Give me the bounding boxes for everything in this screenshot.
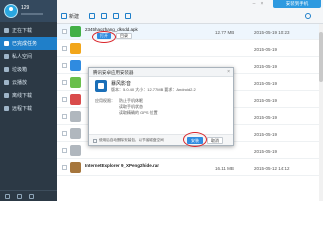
- file-icon: [70, 128, 81, 139]
- level-bar: [21, 13, 43, 15]
- file-icon: [70, 145, 81, 156]
- file-date: 2015-05-19: [254, 81, 278, 86]
- pause-button[interactable]: [101, 12, 109, 21]
- cancel-button[interactable]: 取消: [207, 137, 223, 144]
- row-checkbox[interactable]: [62, 29, 67, 34]
- start-button[interactable]: [89, 12, 97, 21]
- file-date: 2015-05-19: [254, 47, 278, 52]
- file-size: 16.11 MB: [215, 166, 234, 171]
- folder-icon: [125, 13, 131, 19]
- dialog-title: 腾讯安卓应用安装器: [93, 70, 134, 75]
- play-icon: [89, 13, 95, 19]
- minimize-icon[interactable]: –: [251, 1, 257, 7]
- chat-icon[interactable]: [17, 194, 22, 199]
- settings-icon[interactable]: [5, 194, 10, 199]
- toolbar: 新建 安装到手机 – ×: [57, 0, 323, 24]
- android-icon: [70, 26, 81, 37]
- app-meta: 版本：5.0.40 大小：12.77MB 要求：Android2.2: [111, 87, 196, 92]
- open-folder-button[interactable]: [125, 12, 133, 21]
- menu-icon[interactable]: [29, 194, 34, 199]
- row-checkbox[interactable]: [62, 46, 67, 51]
- file-date: 2015-05-19: [254, 115, 278, 120]
- archive-icon: [70, 162, 81, 173]
- delete-button[interactable]: [113, 12, 121, 21]
- app-icon: [70, 60, 81, 71]
- scroll-thumb[interactable]: [319, 32, 323, 82]
- install-to-phone-button[interactable]: 安装到手机: [273, 0, 321, 8]
- sidebar-item-downloading[interactable]: 正在下载: [0, 24, 57, 37]
- app-icon: [70, 77, 81, 88]
- table-row[interactable]: InternetExplorer 9_XPeng2hide.rar 16.11 …: [57, 160, 323, 176]
- app-icon: [95, 80, 107, 92]
- sidebar-item-label: 远程下载: [12, 106, 33, 112]
- offline-icon: [4, 93, 9, 98]
- file-size: 12.77 MB: [215, 30, 235, 35]
- file-date: 2015-05-12 14:12: [254, 166, 290, 171]
- scrollbar[interactable]: [319, 24, 323, 201]
- file-name: 2345haozhang_dksdd.apk: [85, 27, 138, 32]
- sidebar-item-private[interactable]: 私人空间: [0, 50, 57, 63]
- file-date: 2015-05-19: [254, 132, 278, 137]
- search-button[interactable]: [305, 12, 313, 21]
- sidebar-item-label: 垃圾箱: [12, 67, 28, 73]
- install-dialog: 腾讯安卓应用安装器 × 暴风影音 版本：5.0.40 大小：12.77MB 要求…: [88, 67, 234, 146]
- file-name: InternetExplorer 9_XPeng2hide.rar: [85, 163, 160, 168]
- open-button[interactable]: 打开: [97, 33, 111, 39]
- trash-icon: [4, 67, 9, 72]
- row-checkbox[interactable]: [62, 80, 67, 85]
- check-icon: [4, 41, 9, 46]
- permission-item: 读取精确的 GPS 位置: [119, 110, 158, 115]
- cloud-icon: [4, 80, 9, 85]
- table-row[interactable]: 2345haozhang_dksdd.apk 打开 目录 12.77 MB 20…: [57, 24, 323, 40]
- sidebar-item-label: 云播放: [12, 80, 28, 86]
- remote-icon: [4, 106, 9, 111]
- file-date: 2015-05-19: [254, 98, 278, 103]
- sidebar-item-completed[interactable]: 已完成任务: [0, 37, 57, 50]
- dialog-titlebar: 腾讯安卓应用安装器 ×: [89, 68, 233, 77]
- sidebar: 129 正在下载 已完成任务 私人空间 垃圾箱 云播放 离线下载 远程下载: [0, 0, 57, 201]
- avatar[interactable]: [4, 4, 18, 18]
- download-icon: [4, 28, 9, 33]
- row-checkbox[interactable]: [62, 114, 67, 119]
- sidebar-item-label: 正在下载: [12, 28, 33, 34]
- lock-icon: [4, 54, 9, 59]
- app-name: 暴风影音: [111, 81, 132, 87]
- open-directory-button[interactable]: 目录: [116, 33, 132, 39]
- file-date: 2015-05-19: [254, 149, 278, 154]
- dialog-footer: 使用后自动删除安装包，以节省磁盘空间 安装 取消: [89, 134, 233, 145]
- row-checkbox[interactable]: [62, 63, 67, 68]
- sidebar-item-offline[interactable]: 离线下载: [0, 89, 57, 102]
- sidebar-item-label: 离线下载: [12, 93, 33, 99]
- sidebar-item-label: 私人空间: [12, 54, 33, 60]
- row-checkbox[interactable]: [62, 148, 67, 153]
- auto-delete-label: 使用后自动删除安装包，以节省磁盘空间: [99, 138, 164, 142]
- close-icon[interactable]: ×: [227, 69, 230, 75]
- app-icon: [70, 94, 81, 105]
- sidebar-item-trash[interactable]: 垃圾箱: [0, 63, 57, 76]
- file-icon: [70, 111, 81, 122]
- new-task-label: 新建: [69, 14, 80, 20]
- table-row[interactable]: 2015-05-19: [57, 41, 323, 57]
- plus-icon: [61, 13, 67, 19]
- app-icon: [70, 43, 81, 54]
- permissions-heading: 应用权限：: [95, 98, 115, 103]
- file-date: 2015-05-19: [254, 64, 278, 69]
- install-button[interactable]: 安装: [187, 137, 203, 144]
- trash-icon: [113, 13, 119, 19]
- user-profile[interactable]: 129: [0, 0, 57, 22]
- row-checkbox[interactable]: [62, 131, 67, 136]
- close-icon[interactable]: ×: [259, 1, 265, 7]
- sidebar-item-cloud-play[interactable]: 云播放: [0, 76, 57, 89]
- sidebar-item-remote[interactable]: 远程下载: [0, 102, 57, 115]
- sidebar-item-label: 已完成任务: [12, 41, 38, 47]
- row-checkbox[interactable]: [62, 165, 67, 170]
- auto-delete-checkbox[interactable]: [93, 139, 97, 143]
- pause-icon: [101, 13, 107, 19]
- sidebar-footer: [0, 190, 57, 201]
- file-date: 2015-05-19 10:23: [254, 30, 290, 35]
- search-icon: [305, 13, 311, 19]
- user-name: 129: [21, 5, 30, 11]
- row-checkbox[interactable]: [62, 97, 67, 102]
